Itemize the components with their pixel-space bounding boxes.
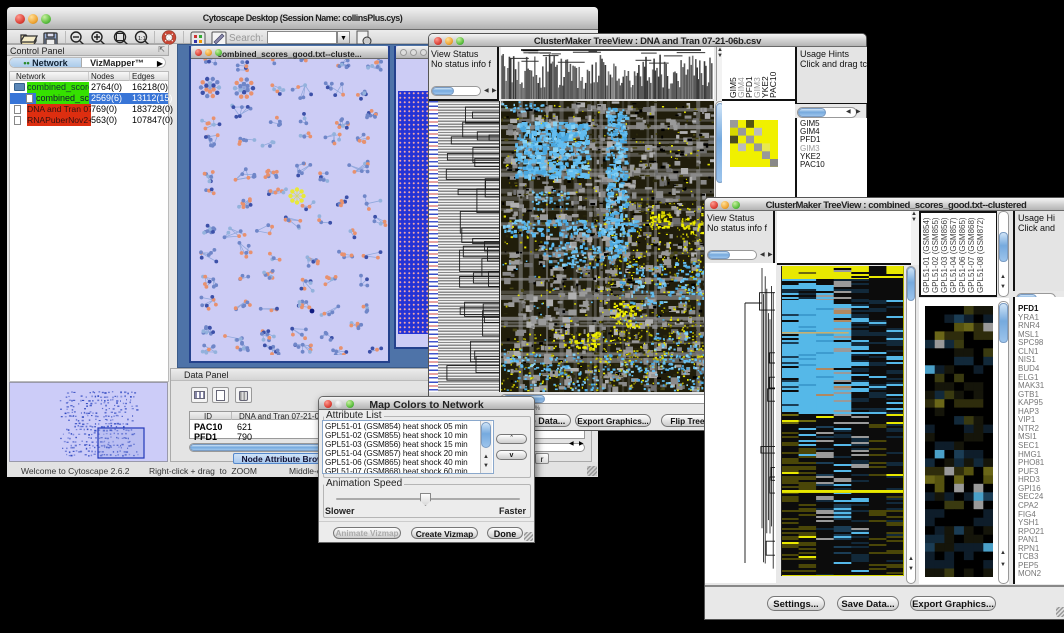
svg-text:1:1: 1:1 [138, 36, 146, 42]
